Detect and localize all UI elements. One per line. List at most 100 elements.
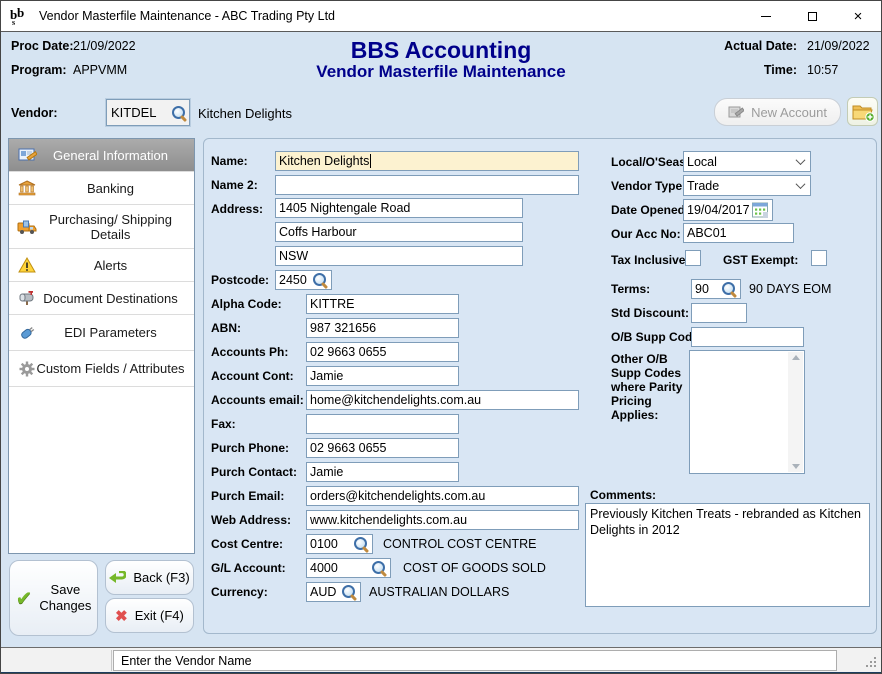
exit-label: Exit (F4) — [135, 608, 184, 623]
status-bar: Enter the Vendor Name — [1, 647, 881, 672]
magnifier-icon[interactable] — [371, 560, 387, 576]
accounts-email-input[interactable]: home@kitchendelights.com.au — [306, 390, 579, 410]
name2-label: Name 2: — [211, 178, 258, 192]
minimize-button[interactable] — [743, 1, 789, 32]
std-discount-input[interactable] — [691, 303, 747, 323]
accounts-email-label: Accounts email: — [211, 393, 304, 407]
red-x-icon: ✖ — [115, 607, 128, 625]
svg-text:s: s — [12, 18, 15, 26]
bank-icon — [16, 180, 38, 196]
address-line1-value: 1405 Nightengale Road — [279, 201, 410, 215]
magnifier-icon[interactable] — [341, 584, 357, 600]
status-message: Enter the Vendor Name — [113, 650, 837, 671]
our-acc-no-input[interactable]: ABC01 — [683, 223, 794, 243]
postcode-input[interactable]: 2450 — [275, 270, 332, 290]
gl-account-input[interactable]: 4000 — [306, 558, 391, 578]
new-account-button[interactable]: New Account — [714, 98, 841, 126]
currency-input[interactable]: AUD — [306, 582, 361, 602]
sidebar-item-general-information[interactable]: General Information — [9, 139, 194, 172]
web-address-label: Web Address: — [211, 513, 291, 527]
cost-centre-desc: CONTROL COST CENTRE — [383, 537, 537, 551]
time-value: 10:57 — [807, 63, 838, 77]
magnifier-icon[interactable] — [171, 105, 187, 121]
vendor-code-value: KITDEL — [111, 105, 157, 120]
purch-contact-label: Purch Contact: — [211, 465, 297, 479]
sidebar-item-custom-fields[interactable]: Custom Fields / Attributes — [9, 351, 194, 387]
purch-email-input[interactable]: orders@kitchendelights.com.au — [306, 486, 579, 506]
alpha-code-label: Alpha Code: — [211, 297, 282, 311]
time-label: Time: — [701, 63, 797, 77]
postcode-value: 2450 — [279, 273, 307, 287]
purch-phone-input[interactable]: 02 9663 0655 — [306, 438, 459, 458]
name2-input[interactable] — [275, 175, 579, 195]
scroll-down-icon[interactable] — [792, 464, 800, 469]
delivery-truck-icon — [16, 219, 38, 235]
purch-contact-input[interactable]: Jamie — [306, 462, 459, 482]
name-input[interactable]: Kitchen Delights — [275, 151, 579, 171]
currency-desc: AUSTRALIAN DOLLARS — [369, 585, 509, 599]
sidebar-item-document-destinations[interactable]: Document Destinations — [9, 282, 194, 315]
purch-email-value: orders@kitchendelights.com.au — [310, 489, 485, 503]
sidebar-item-edi-parameters[interactable]: EDI Parameters — [9, 315, 194, 351]
save-changes-label: Save Changes — [39, 582, 91, 614]
abn-input[interactable]: 987 321656 — [306, 318, 459, 338]
status-divider — [111, 650, 112, 671]
terms-value: 90 — [695, 282, 709, 296]
back-button[interactable]: Back (F3) — [105, 560, 194, 595]
magnifier-icon[interactable] — [312, 272, 328, 288]
date-opened-value: 19/04/2017 — [687, 203, 750, 217]
bbs-logo-icon: b b s — [9, 6, 31, 26]
close-button[interactable]: × — [835, 1, 881, 32]
local-oseas-select[interactable]: Local — [683, 151, 811, 172]
plug-icon — [16, 325, 38, 341]
address-line3-input[interactable]: NSW — [275, 246, 523, 266]
scroll-up-icon[interactable] — [792, 355, 800, 360]
fax-input[interactable] — [306, 414, 459, 434]
accounts-ph-label: Accounts Ph: — [211, 345, 288, 359]
close-icon: × — [854, 9, 863, 24]
save-changes-button[interactable]: ✔ Save Changes — [9, 560, 98, 636]
gst-exempt-checkbox[interactable] — [811, 250, 827, 266]
date-opened-input[interactable]: 19/04/2017 — [683, 199, 773, 221]
address-line1-input[interactable]: 1405 Nightengale Road — [275, 198, 523, 218]
tax-inclusive-checkbox[interactable] — [685, 250, 701, 266]
exit-button[interactable]: ✖ Exit (F4) — [105, 598, 194, 633]
magnifier-icon[interactable] — [721, 281, 737, 297]
accounts-ph-input[interactable]: 02 9663 0655 — [306, 342, 459, 362]
name-value: Kitchen Delights — [279, 154, 369, 168]
alpha-code-input[interactable]: KITTRE — [306, 294, 459, 314]
address-line2-input[interactable]: Coffs Harbour — [275, 222, 523, 242]
account-cont-input[interactable]: Jamie — [306, 366, 459, 386]
vendor-type-select[interactable]: Trade — [683, 175, 811, 196]
sidebar-item-banking[interactable]: Banking — [9, 172, 194, 205]
sidebar-item-purchasing-shipping[interactable]: Purchasing/ Shipping Details — [9, 205, 194, 249]
our-acc-no-label: Our Acc No: — [611, 227, 681, 241]
warning-triangle-icon — [16, 257, 38, 273]
our-acc-no-value: ABC01 — [687, 226, 727, 240]
check-icon: ✔ — [16, 586, 33, 611]
comments-textarea[interactable]: Previously Kitchen Treats - rebranded as… — [585, 503, 870, 607]
vendor-type-value: Trade — [687, 179, 719, 193]
local-oseas-value: Local — [687, 155, 717, 169]
scrollbar[interactable] — [788, 352, 803, 472]
back-label: Back (F3) — [133, 570, 189, 585]
terms-input[interactable]: 90 — [691, 279, 741, 299]
back-arrow-icon — [109, 571, 126, 585]
vendor-code-input[interactable]: KITDEL — [106, 99, 190, 126]
cost-centre-input[interactable]: 0100 — [306, 534, 373, 554]
address-label: Address: — [211, 202, 263, 216]
title-bar: b b s Vendor Masterfile Maintenance - AB… — [1, 1, 881, 32]
ob-supp-code-input[interactable] — [691, 327, 804, 347]
address-line3-value: NSW — [279, 249, 308, 263]
maximize-button[interactable] — [789, 1, 835, 32]
text-caret — [370, 154, 371, 168]
magnifier-icon[interactable] — [353, 536, 369, 552]
calendar-icon[interactable] — [752, 202, 769, 218]
note-pencil-icon — [728, 105, 744, 119]
gst-exempt-label: GST Exempt: — [723, 253, 798, 267]
open-vendor-button[interactable] — [847, 97, 878, 126]
web-address-input[interactable]: www.kitchendelights.com.au — [306, 510, 579, 530]
sidebar-item-alerts[interactable]: Alerts — [9, 249, 194, 282]
other-ob-supp-textarea[interactable] — [689, 350, 805, 474]
resize-grip-icon[interactable] — [866, 657, 876, 667]
